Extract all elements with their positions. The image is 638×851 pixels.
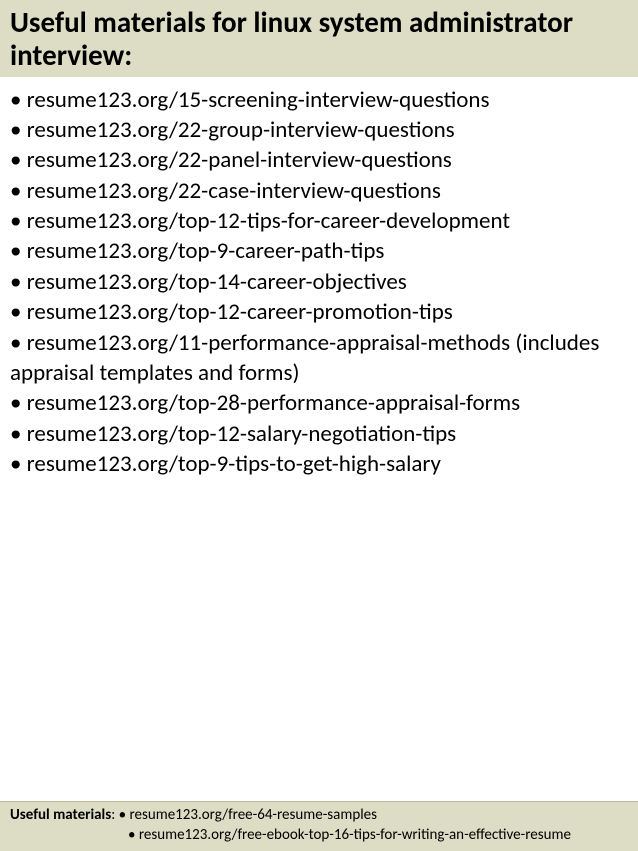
list-item: • resume123.org/11-performance-appraisal… [10, 328, 628, 389]
list-item: • resume123.org/top-28-performance-appra… [10, 388, 628, 418]
list-item: • resume123.org/15-screening-interview-q… [10, 85, 628, 115]
list-item: • resume123.org/22-panel-interview-quest… [10, 145, 628, 175]
header-box: Useful materials for linux system admini… [0, 0, 638, 77]
main-content: • resume123.org/15-screening-interview-q… [0, 77, 638, 480]
footer-label: Useful materials [10, 806, 111, 824]
footer-link-2: • resume123.org/free-ebook-top-16-tips-f… [128, 826, 571, 844]
footer-line-2: • resume123.org/free-ebook-top-16-tips-f… [10, 826, 628, 846]
list-item: • resume123.org/top-14-career-objectives [10, 267, 628, 297]
footer: Useful materials: • resume123.org/free-6… [0, 801, 638, 851]
list-item: • resume123.org/top-12-career-promotion-… [10, 297, 628, 327]
list-item: • resume123.org/22-case-interview-questi… [10, 176, 628, 206]
page-title: Useful materials for linux system admini… [10, 6, 628, 73]
list-item: • resume123.org/22-group-interview-quest… [10, 115, 628, 145]
list-item: • resume123.org/top-12-salary-negotiatio… [10, 419, 628, 449]
list-item: • resume123.org/top-12-tips-for-career-d… [10, 206, 628, 236]
list-item: • resume123.org/top-9-tips-to-get-high-s… [10, 449, 628, 479]
footer-link-1: • resume123.org/free-64-resume-samples [119, 806, 377, 824]
footer-sep: : [111, 806, 118, 824]
list-item: • resume123.org/top-9-career-path-tips [10, 236, 628, 266]
footer-line-1: Useful materials: • resume123.org/free-6… [10, 806, 628, 826]
